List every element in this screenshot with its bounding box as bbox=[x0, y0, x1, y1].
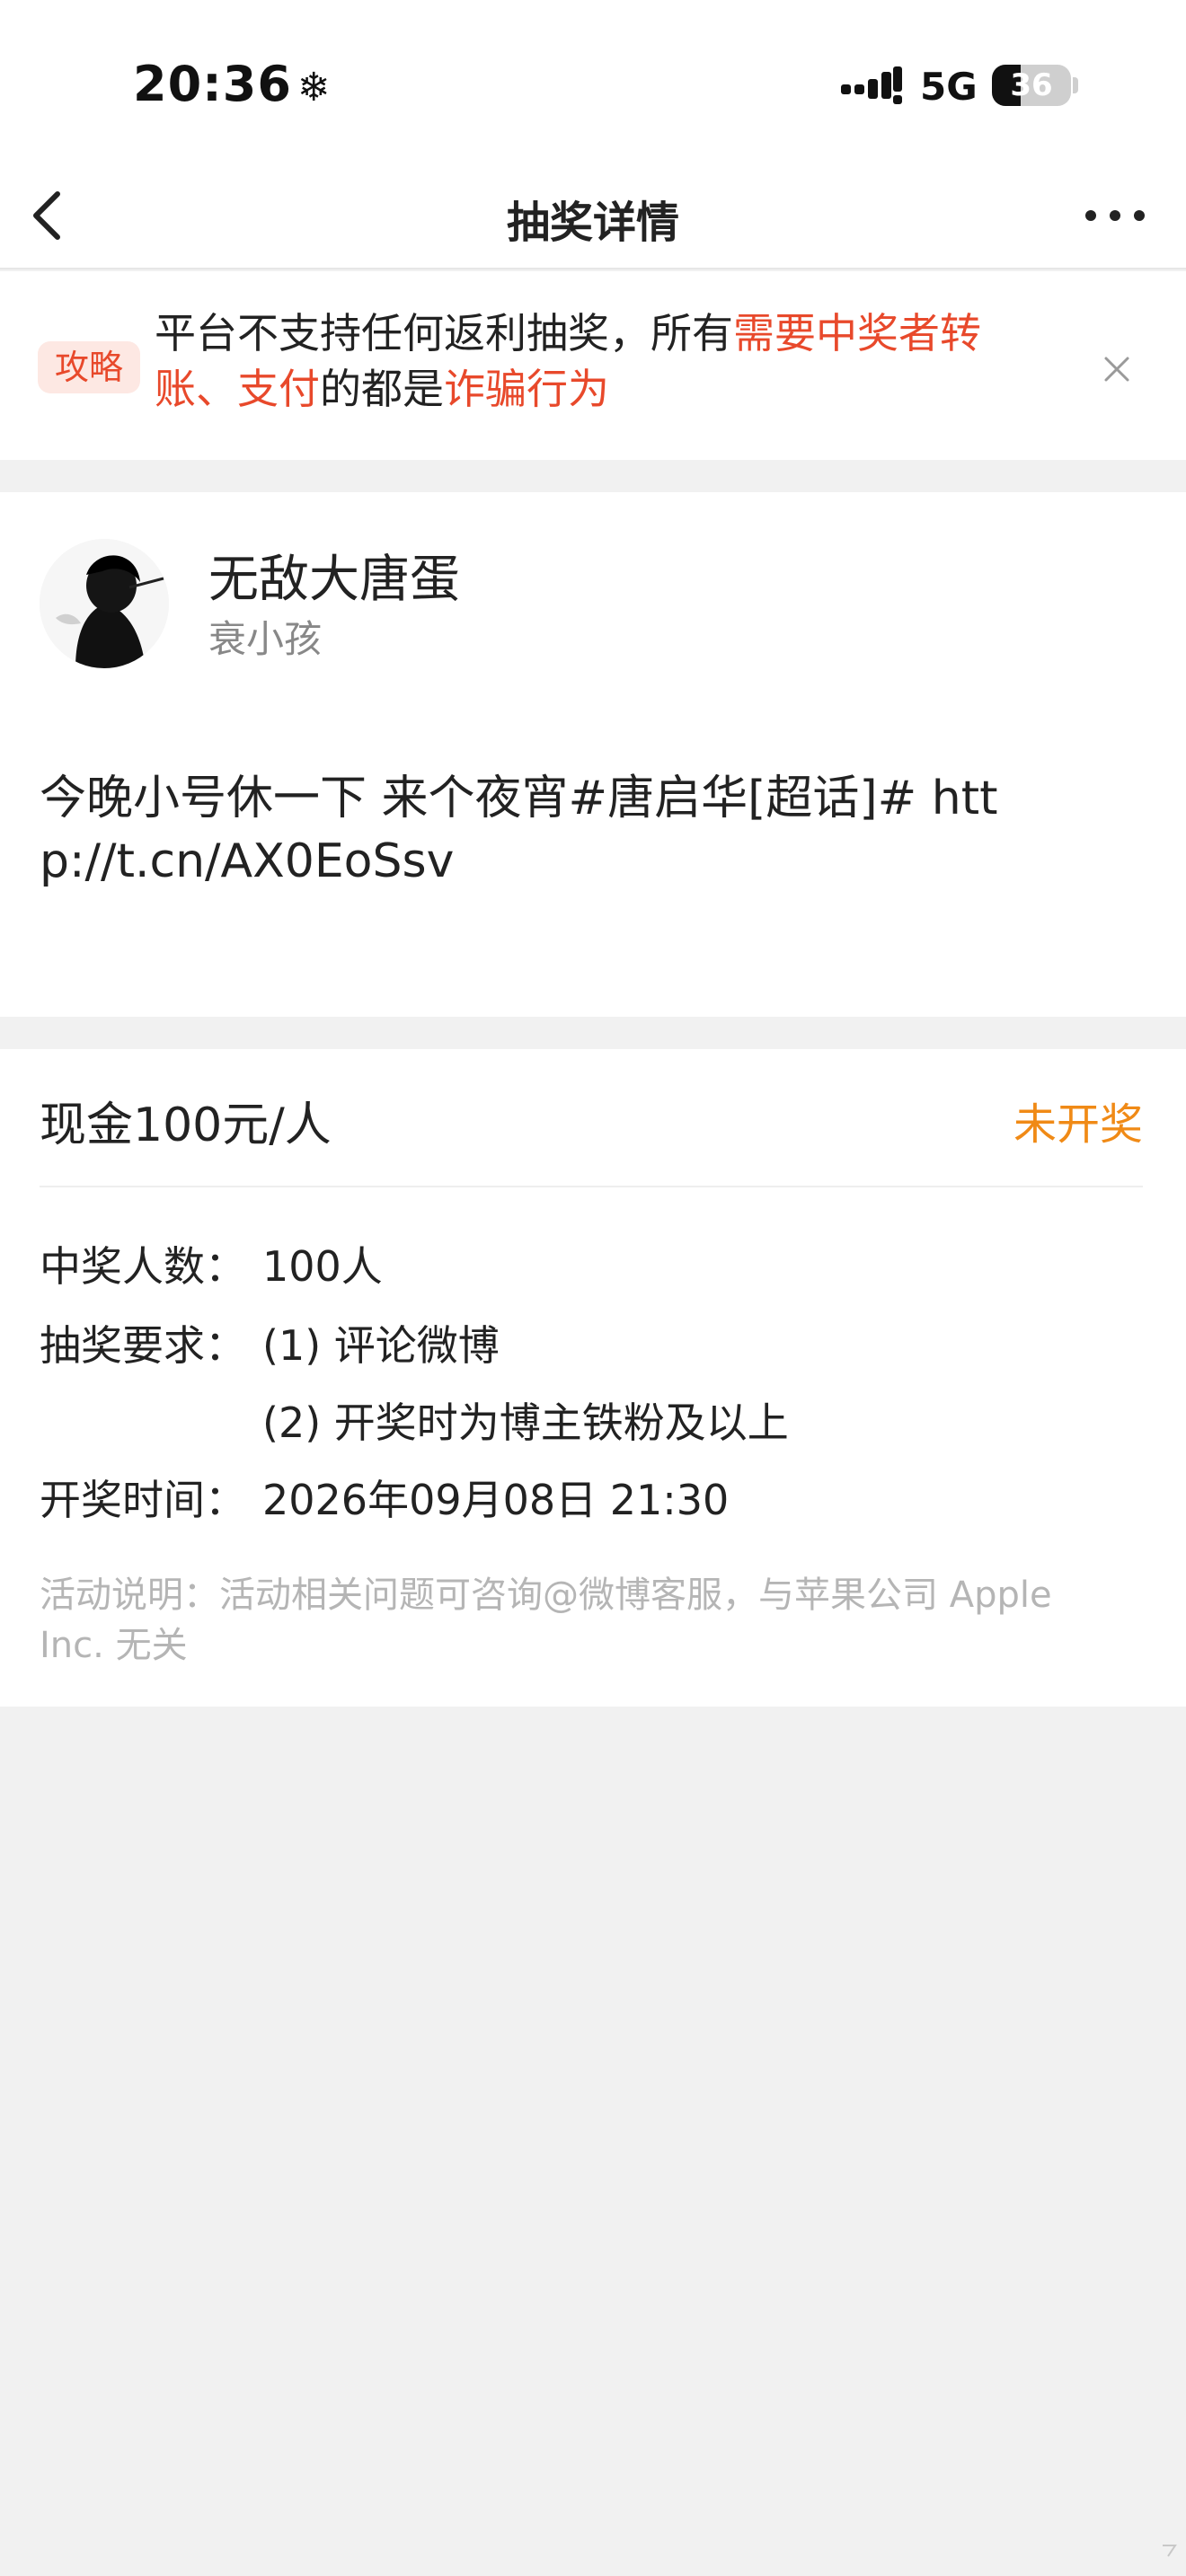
draw-time-value: 2026年09月08日 21:30 bbox=[262, 1476, 730, 1524]
requirement-1: (1) 评论微博 bbox=[262, 1321, 500, 1370]
signal-icon bbox=[841, 66, 902, 104]
avatar[interactable] bbox=[40, 539, 169, 668]
requirements-label: 抽奖要求： bbox=[40, 1321, 246, 1370]
post-card: 无敌大唐蛋 衰小孩 今晚小号休一下 来个夜宵#唐启华[超话]# http://t… bbox=[0, 492, 1186, 1017]
page-title: 抽奖详情 bbox=[506, 198, 679, 248]
avatar-image bbox=[40, 539, 169, 668]
activity-notice: 活动说明：活动相关问题可咨询@微博客服，与苹果公司 Apple Inc. 无关 bbox=[40, 1575, 1052, 1666]
status-time: 20:36 ❄ bbox=[133, 56, 332, 112]
requirement-2: (2) 开奖时为博主铁粉及以上 bbox=[262, 1398, 789, 1447]
fraud-warning-banner: 攻略 平台不支持任何返利抽奖，所有需要中奖者转账、支付的都是诈骗行为 bbox=[0, 271, 1186, 460]
winners-value: 100人 bbox=[262, 1242, 383, 1291]
winners-label: 中奖人数： bbox=[40, 1242, 246, 1291]
battery-icon: 36 bbox=[992, 65, 1071, 106]
snowflake-icon: ❄ bbox=[296, 65, 332, 110]
draw-time-row: 开奖时间： 2026年09月08日 21:30 bbox=[40, 1468, 729, 1527]
banner-text: 平台不支持任何返利抽奖，所有需要中奖者转账、支付的都是诈骗行为 bbox=[155, 305, 1062, 417]
divider bbox=[40, 1186, 1143, 1187]
more-dots-icon[interactable] bbox=[1084, 199, 1146, 232]
prize-card: 现金100元/人 未开奖 中奖人数： 100人 抽奖要求： (1) 评论微博 (2)… bbox=[0, 1049, 1186, 1707]
prize-title: 现金100元/人 bbox=[40, 1098, 332, 1152]
battery-level: 36 bbox=[1010, 67, 1053, 103]
status-bar: 20:36 ❄ 5G 36 bbox=[0, 0, 1186, 162]
network-type: 5G bbox=[920, 65, 978, 109]
nav-bar: 抽奖详情 bbox=[0, 162, 1186, 269]
winners-row: 中奖人数： 100人 bbox=[40, 1234, 383, 1293]
time-text: 20:36 bbox=[133, 56, 292, 112]
banner-text-2: 的都是 bbox=[320, 365, 444, 413]
corner-mark-icon bbox=[1163, 2545, 1177, 2557]
close-icon[interactable] bbox=[1103, 356, 1130, 383]
post-content[interactable]: 今晚小号休一下 来个夜宵#唐启华[超话]# http://t.cn/AX0EoS… bbox=[40, 767, 1064, 893]
draw-time-label: 开奖时间： bbox=[40, 1476, 246, 1524]
banner-text-1: 平台不支持任何返利抽奖，所有 bbox=[155, 309, 733, 357]
user-name[interactable]: 无敌大唐蛋 bbox=[208, 539, 460, 612]
user-subtitle: 衰小孩 bbox=[208, 617, 323, 661]
banner-tag: 攻略 bbox=[38, 341, 140, 393]
banner-text-red-2: 诈骗行为 bbox=[444, 365, 609, 413]
requirements-row: 抽奖要求： (1) 评论微博 bbox=[40, 1313, 500, 1372]
battery-cap bbox=[1073, 77, 1078, 93]
prize-status-badge: 未开奖 bbox=[1013, 1099, 1143, 1150]
